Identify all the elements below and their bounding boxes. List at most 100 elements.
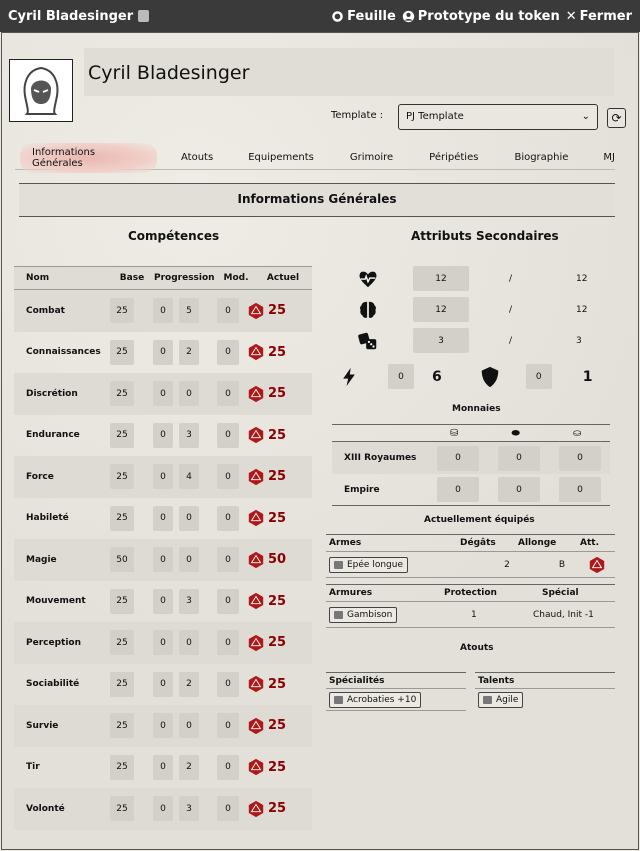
- skill-progression-b[interactable]: 3: [179, 588, 199, 614]
- skill-roll[interactable]: 25: [247, 385, 286, 403]
- skill-base[interactable]: 25: [110, 796, 134, 822]
- skill-mod[interactable]: 0: [217, 505, 239, 531]
- skill-roll[interactable]: 25: [247, 426, 286, 444]
- skill-progression-a[interactable]: 0: [153, 588, 173, 614]
- skill-mod[interactable]: 0: [217, 464, 239, 490]
- skill-mod[interactable]: 0: [217, 298, 239, 324]
- skill-progression-a[interactable]: 0: [153, 298, 173, 324]
- skill-roll[interactable]: 25: [247, 592, 286, 610]
- skill-mod[interactable]: 0: [217, 422, 239, 448]
- skill-progression-a[interactable]: 0: [153, 339, 173, 365]
- skill-progression-b[interactable]: 0: [179, 547, 199, 573]
- skill-progression-b[interactable]: 2: [179, 671, 199, 697]
- avatar[interactable]: [9, 59, 73, 122]
- luck-current[interactable]: 3: [413, 328, 469, 353]
- skill-progression-b[interactable]: 2: [179, 754, 199, 780]
- skill-progression-b[interactable]: 4: [179, 464, 199, 490]
- skill-progression-a[interactable]: 0: [153, 547, 173, 573]
- skill-roll[interactable]: 25: [247, 675, 286, 693]
- skill-progression-a[interactable]: 0: [153, 505, 173, 531]
- armor-header-protection: Protection: [444, 588, 497, 598]
- skill-base[interactable]: 25: [110, 464, 134, 490]
- skill-mod[interactable]: 0: [217, 630, 239, 656]
- skill-roll[interactable]: 25: [247, 758, 286, 776]
- gold-input[interactable]: 0: [437, 445, 479, 471]
- skill-base[interactable]: 50: [110, 547, 134, 573]
- skill-progression-b[interactable]: 2: [179, 339, 199, 365]
- weapon-chip[interactable]: Epée longue: [329, 556, 408, 573]
- armor-chip[interactable]: Gambison: [329, 606, 398, 623]
- talent-chip[interactable]: Agile: [478, 692, 524, 708]
- skill-mod[interactable]: 0: [217, 796, 239, 822]
- skill-mod[interactable]: 0: [217, 547, 239, 573]
- refresh-button[interactable]: ⟳: [607, 108, 626, 128]
- tab-atouts[interactable]: Atouts: [181, 148, 213, 167]
- skill-roll[interactable]: 25: [247, 800, 286, 818]
- skill-progression-b[interactable]: 0: [179, 630, 199, 656]
- tab-peripeties[interactable]: Péripéties: [429, 148, 478, 167]
- specialty-chip[interactable]: Acrobaties +10: [329, 691, 422, 708]
- weapons-header-name: Armes: [329, 538, 362, 548]
- skill-progression-b[interactable]: 0: [179, 381, 199, 407]
- skill-mod[interactable]: 0: [217, 588, 239, 614]
- template-select[interactable]: PJ Template ⌄: [398, 104, 598, 130]
- skill-progression-b[interactable]: 0: [179, 713, 199, 739]
- skill-base[interactable]: 25: [110, 339, 134, 365]
- skill-progression-a[interactable]: 0: [153, 464, 173, 490]
- skill-base[interactable]: 25: [110, 671, 134, 697]
- skill-roll[interactable]: 25: [247, 343, 286, 361]
- skill-roll[interactable]: 25: [247, 634, 286, 652]
- sheet-button[interactable]: Feuille: [331, 9, 396, 24]
- skill-mod[interactable]: 0: [217, 671, 239, 697]
- skill-roll[interactable]: 25: [247, 468, 286, 486]
- skill-progression-a[interactable]: 0: [153, 381, 173, 407]
- tab-biographie[interactable]: Biographie: [514, 148, 568, 167]
- close-button[interactable]: ✕ Fermer: [566, 9, 632, 24]
- skill-progression-b[interactable]: 5: [179, 298, 199, 324]
- skill-progression-b[interactable]: 3: [179, 796, 199, 822]
- skill-base[interactable]: 25: [110, 298, 134, 324]
- skill-progression-a[interactable]: 0: [153, 671, 173, 697]
- gold-input[interactable]: 0: [437, 477, 479, 502]
- skill-progression-a[interactable]: 0: [153, 796, 173, 822]
- skill-progression-b[interactable]: 3: [179, 422, 199, 448]
- skill-base[interactable]: 25: [110, 588, 134, 614]
- skill-progression-a[interactable]: 0: [153, 422, 173, 448]
- skill-progression-a[interactable]: 0: [153, 754, 173, 780]
- notes-icon[interactable]: [138, 10, 150, 22]
- skill-progression-a[interactable]: 0: [153, 630, 173, 656]
- health-current[interactable]: 12: [413, 266, 469, 291]
- armor-mod[interactable]: 0: [525, 364, 552, 389]
- tab-mj[interactable]: MJ: [603, 148, 615, 167]
- hooded-figure-icon: [23, 66, 59, 115]
- skill-base[interactable]: 25: [110, 754, 134, 780]
- skill-base[interactable]: 25: [110, 630, 134, 656]
- skill-roll[interactable]: 25: [247, 509, 286, 527]
- initiative-mod[interactable]: 0: [388, 364, 414, 389]
- tab-general[interactable]: Informations Générales: [20, 142, 157, 173]
- skill-base[interactable]: 25: [110, 381, 134, 407]
- copper-input[interactable]: 0: [559, 477, 601, 502]
- silver-input[interactable]: 0: [498, 477, 540, 502]
- silver-input[interactable]: 0: [498, 445, 540, 471]
- d20-roll-icon[interactable]: [588, 556, 606, 574]
- skill-progression-a[interactable]: 0: [153, 713, 173, 739]
- skill-mod[interactable]: 0: [217, 713, 239, 739]
- mind-current[interactable]: 12: [413, 297, 469, 322]
- skill-progression-b[interactable]: 0: [179, 505, 199, 531]
- skill-roll[interactable]: 50: [247, 551, 286, 569]
- skill-base[interactable]: 25: [110, 505, 134, 531]
- copper-input[interactable]: 0: [559, 445, 601, 471]
- skill-base[interactable]: 25: [110, 422, 134, 448]
- token-button[interactable]: Prototype du token: [402, 9, 560, 24]
- tab-grimoire[interactable]: Grimoire: [350, 148, 393, 167]
- skill-roll[interactable]: 25: [247, 717, 286, 735]
- skill-mod[interactable]: 0: [217, 754, 239, 780]
- skill-base[interactable]: 25: [110, 713, 134, 739]
- character-name[interactable]: Cyril Bladesinger: [84, 48, 614, 96]
- skill-mod[interactable]: 0: [217, 339, 239, 365]
- tab-equipements[interactable]: Equipements: [248, 148, 314, 167]
- skill-mod[interactable]: 0: [217, 381, 239, 407]
- skill-roll[interactable]: 25: [247, 302, 286, 320]
- armor-cell: Gambison: [326, 606, 471, 623]
